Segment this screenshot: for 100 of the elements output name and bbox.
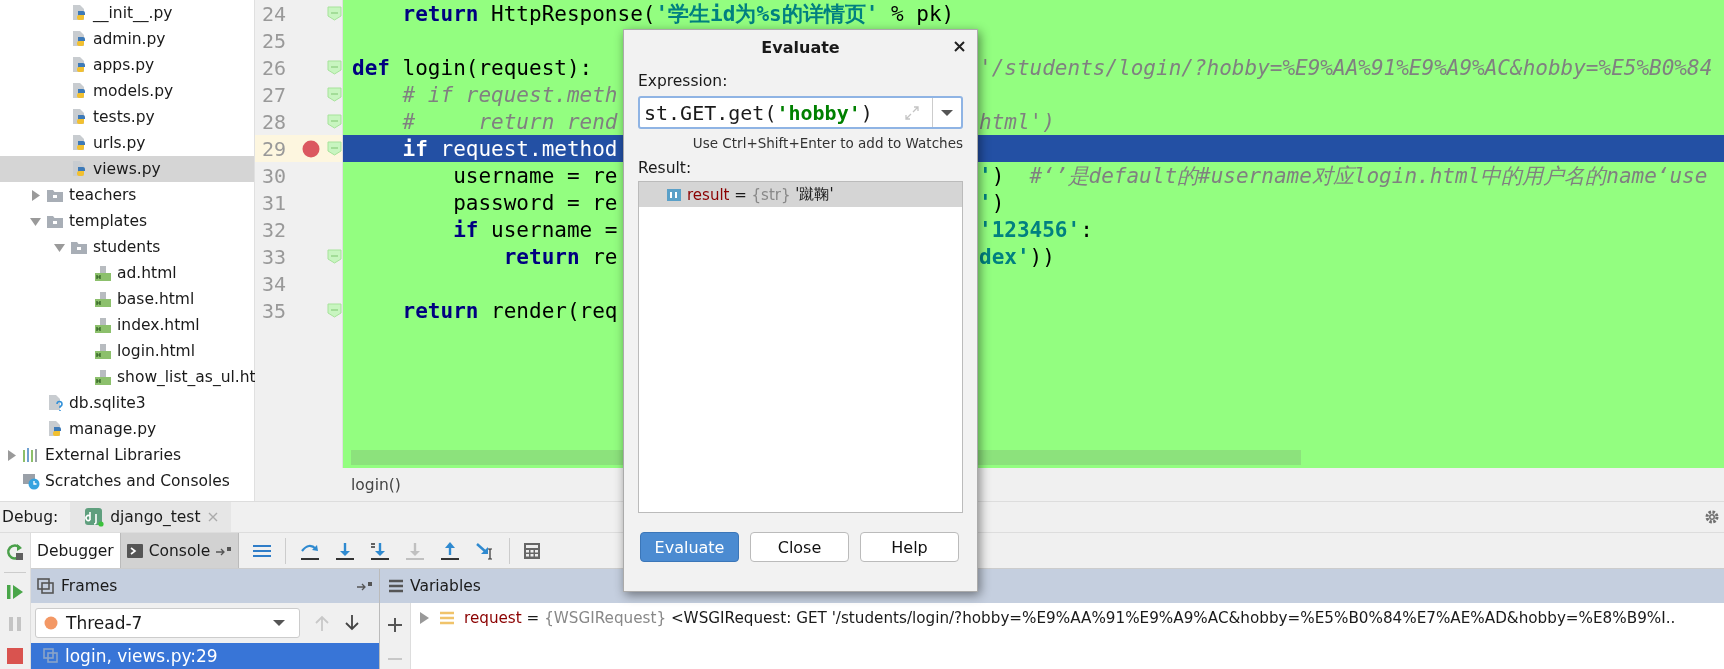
menu-icon[interactable] — [252, 542, 273, 559]
session-tab[interactable]: django_test — [70, 502, 231, 532]
code-text: return render(req — [401, 298, 618, 323]
code-text: return re — [502, 244, 618, 269]
pin-icon[interactable] — [216, 545, 233, 556]
expand-arrow-icon[interactable] — [29, 189, 41, 201]
dialog-button[interactable]: Close — [750, 532, 849, 562]
fold-marker-icon[interactable] — [327, 6, 342, 21]
tree-item[interactable]: login.html — [0, 338, 254, 364]
python-file-icon — [70, 56, 88, 74]
line-number: 28 — [261, 109, 288, 134]
panel-tab[interactable]: Console — [120, 533, 240, 568]
library-icon — [22, 446, 40, 464]
tree-item[interactable]: index.html — [0, 312, 254, 338]
tree-item[interactable]: base.html — [0, 286, 254, 312]
code-text: html') — [979, 109, 1055, 134]
value-icon — [667, 188, 681, 201]
fold-marker-icon[interactable] — [327, 303, 342, 318]
python-file-icon — [70, 108, 88, 126]
tree-item[interactable]: students — [0, 234, 254, 260]
line-number: 32 — [261, 217, 288, 242]
tree-item[interactable]: __init__.py — [0, 0, 254, 26]
dialog-button[interactable]: Evaluate — [640, 532, 739, 562]
breadcrumb[interactable]: login() — [351, 475, 401, 494]
field-label: Expression: — [638, 72, 729, 90]
expand-icon[interactable] — [904, 104, 920, 121]
tree-item[interactable]: manage.py — [0, 416, 254, 442]
line-number: 33 — [261, 244, 288, 269]
thread-dropdown[interactable]: Thread-7 — [35, 608, 300, 638]
frame-icon — [43, 648, 59, 664]
expand-arrow-icon[interactable] — [29, 215, 41, 227]
line-number: 26 — [261, 55, 288, 80]
resume-icon[interactable] — [6, 583, 24, 601]
expression-field[interactable]: st.GET.get('hobby') — [638, 96, 963, 129]
add-icon[interactable] — [387, 617, 403, 633]
stop-icon[interactable] — [6, 647, 24, 665]
python-file-icon — [70, 160, 88, 178]
tree-item[interactable]: models.py — [0, 78, 254, 104]
django-icon — [84, 507, 105, 527]
fold-marker-icon[interactable] — [327, 249, 342, 264]
tree-item[interactable]: apps.py — [0, 52, 254, 78]
code-text: dex')) — [979, 244, 1055, 269]
python-file-icon — [70, 134, 88, 152]
console-icon — [126, 542, 143, 559]
step-out-icon[interactable] — [439, 540, 462, 561]
tree-item[interactable]: tests.py — [0, 104, 254, 130]
code-text: '/students/login/?hobby=%E9%AA%91%E9%A9%AC&hobby=%E5%B0%84 — [979, 55, 1713, 80]
caret-icon[interactable] — [941, 108, 953, 117]
pane-title: Frames — [61, 577, 118, 595]
html-file-icon — [94, 316, 112, 334]
tree-item[interactable]: teachers — [0, 182, 254, 208]
calculator-icon[interactable] — [523, 541, 542, 560]
tree-item[interactable]: Scratches and Consoles — [0, 468, 254, 494]
fold-marker-icon[interactable] — [327, 141, 342, 156]
tree-item[interactable]: views.py — [0, 156, 254, 182]
dialog-button[interactable]: Help — [860, 532, 959, 562]
code-text: # return rend — [401, 109, 618, 134]
tree-item[interactable]: urls.py — [0, 130, 254, 156]
tree-item[interactable]: admin.py — [0, 26, 254, 52]
step-into-icon[interactable] — [334, 540, 357, 561]
code-text: username = re — [452, 163, 618, 188]
panel-tab[interactable]: Debugger — [31, 533, 121, 568]
field-icon — [439, 611, 455, 625]
tree-item[interactable]: External Libraries — [0, 442, 254, 468]
panel-title: Debug: — [1, 508, 59, 526]
expand-arrow-icon[interactable] — [5, 449, 17, 461]
tree-item[interactable]: db.sqlite3 — [0, 390, 254, 416]
line-number: 29 — [261, 136, 288, 161]
step-into-icon[interactable] — [369, 540, 392, 561]
variable-value: request = {WSGIRequest} <WSGIRequest: GET '/students/login/?hobby=%E9%AA%91%E9%A9%AC&hobby=%E5%B0%84%E7%AE%AD&hobby=%E8%B9%I.. — [464, 609, 1676, 627]
code-text: return HttpResponse('学生id为%s的详情页' % pk) — [401, 1, 955, 26]
tree-item[interactable]: ad.html — [0, 260, 254, 286]
down-arrow-icon[interactable] — [344, 614, 360, 632]
breakpoint-icon[interactable] — [302, 139, 321, 158]
unknown-file-icon — [46, 394, 64, 412]
code-text: if request.method — [401, 136, 618, 161]
field-label: Result: — [638, 159, 693, 177]
up-arrow-icon[interactable] — [314, 614, 330, 632]
pause-icon[interactable] — [6, 615, 24, 633]
tree-item[interactable]: show_list_as_ul.ht — [0, 364, 254, 390]
code-text: def login(request): — [352, 55, 593, 80]
python-file-icon — [46, 420, 64, 438]
expand-arrow-icon[interactable] — [53, 241, 65, 253]
settings-icon[interactable] — [1704, 509, 1720, 525]
fold-marker-icon[interactable] — [327, 114, 342, 129]
result-item[interactable]: result = {str} '蹴鞠' — [639, 182, 962, 207]
frame-item[interactable]: login, views.py:29 — [31, 643, 379, 669]
line-number: 24 — [261, 1, 288, 26]
fold-marker-icon[interactable] — [327, 87, 342, 102]
code-text: if username = — [452, 217, 618, 242]
thread-status-icon — [44, 616, 58, 630]
pin-icon[interactable] — [357, 581, 373, 591]
fold-marker-icon[interactable] — [327, 60, 342, 75]
close-icon[interactable] — [954, 41, 965, 52]
expand-arrow-icon[interactable] — [419, 612, 430, 624]
code-text: ') — [979, 190, 1005, 215]
rerun-icon[interactable] — [5, 542, 25, 562]
tree-item[interactable]: templates — [0, 208, 254, 234]
html-file-icon — [94, 290, 112, 308]
scratch-icon — [22, 472, 40, 490]
